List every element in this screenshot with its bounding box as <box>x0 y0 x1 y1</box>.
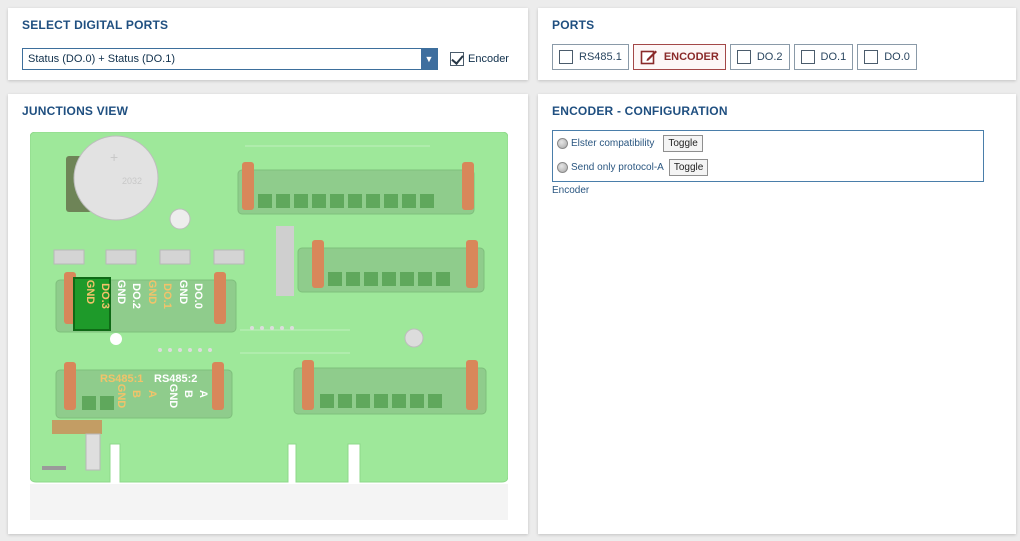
rs485-pin: B <box>182 390 194 398</box>
select-digital-ports-panel: SELECT DIGITAL PORTS Status (DO.0) + Sta… <box>8 8 528 80</box>
port-button-do1[interactable]: DO.1 <box>793 44 854 70</box>
edit-icon <box>640 48 658 66</box>
junctions-view-panel: JUNCTIONS VIEW 2032 + GND DO.3 GND DO.2 … <box>8 94 528 534</box>
encoder-configuration-panel: ENCODER - CONFIGURATION Elster compatibi… <box>538 94 1016 534</box>
option-label: Elster compatibility <box>571 138 655 149</box>
option-label: Send only protocol-A <box>571 162 664 173</box>
do-label: GND <box>146 280 158 305</box>
port-button-do0[interactable]: DO.0 <box>857 44 917 70</box>
circuit-board-view[interactable]: 2032 + GND DO.3 GND DO.2 GND DO.1 GND DO… <box>30 132 508 520</box>
port-label: DO.2 <box>756 51 783 63</box>
digital-ports-select-value: Status (DO.0) + Status (DO.1) <box>28 53 176 65</box>
ports-panel: PORTS RS485.1 ENCODER DO.2 DO.1 DO.0 <box>538 8 1016 80</box>
option-elster-compatibility: Elster compatibility Toggle <box>557 135 703 152</box>
radio-icon[interactable] <box>557 138 568 149</box>
rs485-pin: A <box>146 390 158 398</box>
ports-toolbar: RS485.1 ENCODER DO.2 DO.1 DO.0 <box>552 44 917 70</box>
port-button-encoder[interactable]: ENCODER <box>632 44 726 70</box>
rs485-pin: B <box>130 390 142 398</box>
select-digital-ports-title: SELECT DIGITAL PORTS <box>22 18 169 32</box>
checkbox-icon[interactable] <box>800 50 815 64</box>
terminal-block-upper <box>237 162 475 215</box>
checkbox-icon[interactable] <box>559 50 573 64</box>
do-label: DO.2 <box>130 283 142 309</box>
rs485-pin: GND <box>167 384 179 409</box>
digital-ports-select[interactable]: Status (DO.0) + Status (DO.1) ▼ <box>22 48 438 70</box>
battery-plus: + <box>110 149 118 165</box>
battery-label: 2032 <box>122 176 142 186</box>
encoder-configuration-title: ENCODER - CONFIGURATION <box>552 104 728 118</box>
do-terminal-block: GND DO.3 GND DO.2 GND DO.1 GND DO.0 <box>55 272 237 333</box>
chevron-down-icon[interactable]: ▼ <box>421 49 437 69</box>
checkbox-icon[interactable] <box>736 50 751 64</box>
ports-title: PORTS <box>552 18 595 32</box>
do-label: DO.0 <box>192 283 204 309</box>
port-label: RS485.1 <box>579 51 622 63</box>
do-label: DO.1 <box>161 283 173 309</box>
encoder-caption: Encoder <box>552 185 590 196</box>
option-send-only-protocol-a: Send only protocol-A Toggle <box>557 159 709 176</box>
port-label: DO.0 <box>884 51 910 63</box>
junctions-view-title: JUNCTIONS VIEW <box>22 104 129 118</box>
encoder-checkbox-label: Encoder <box>468 53 509 65</box>
port-button-rs485-1[interactable]: RS485.1 <box>552 44 629 70</box>
toggle-elster-button[interactable]: Toggle <box>663 135 703 152</box>
port-label: ENCODER <box>663 51 719 63</box>
rs485-pin: A <box>197 390 209 398</box>
do-label: GND <box>177 280 189 305</box>
port-label: DO.1 <box>820 51 847 63</box>
toggle-protocol-a-button[interactable]: Toggle <box>668 159 709 176</box>
radio-icon[interactable] <box>557 162 568 173</box>
do-label: GND <box>84 280 96 305</box>
do-label: GND <box>115 280 127 305</box>
port-button-do2[interactable]: DO.2 <box>729 44 790 70</box>
checkbox-icon[interactable] <box>864 50 879 64</box>
rs485-terminal-block: RS485:1 RS485:2 GND B A GND B A <box>55 362 233 419</box>
encoder-options-box: Elster compatibility Toggle Send only pr… <box>552 130 984 182</box>
rs485-pin: GND <box>115 384 127 409</box>
terminal-block-lower <box>293 360 487 415</box>
checkbox-checked-icon[interactable] <box>450 52 464 66</box>
do-label: DO.3 <box>99 283 111 309</box>
encoder-checkbox[interactable]: Encoder <box>450 50 509 68</box>
